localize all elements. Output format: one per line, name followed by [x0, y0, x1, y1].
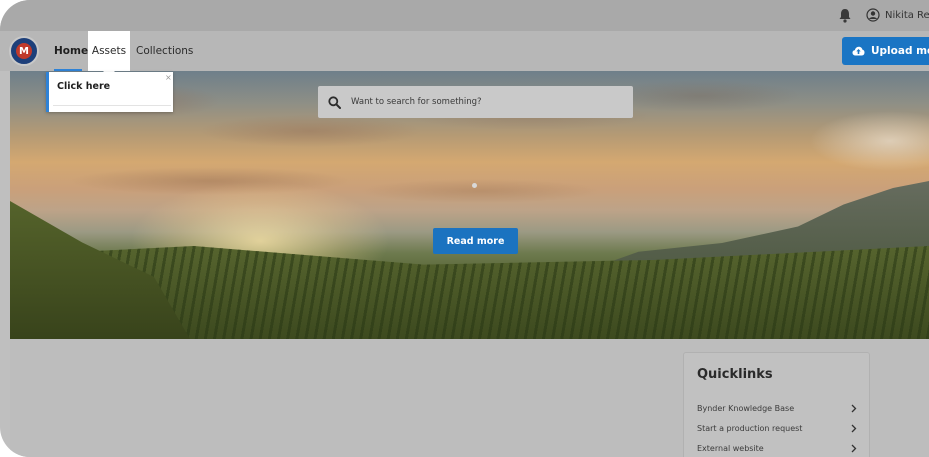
chevron-right-icon	[851, 424, 857, 432]
company-logo[interactable]: M	[9, 36, 39, 66]
quicklinks-panel: Quicklinks Bynder Knowledge Base Start a…	[683, 352, 870, 457]
chevron-right-icon	[851, 404, 857, 412]
search-icon	[328, 95, 341, 109]
tooltip-close-icon[interactable]: ×	[165, 73, 172, 82]
nav-item-assets[interactable]: Assets	[88, 31, 130, 71]
logo-letter: M	[16, 43, 32, 59]
user-avatar-icon	[866, 8, 880, 22]
upload-media-button[interactable]: Upload medi	[842, 37, 929, 65]
top-utility-bar: Nikita Ree	[0, 0, 929, 31]
quicklink-label: Bynder Knowledge Base	[697, 403, 795, 413]
app-window: Nikita Ree M Home Assets Collections Upl…	[0, 0, 929, 457]
chevron-right-icon	[851, 444, 857, 452]
user-name: Nikita Ree	[885, 9, 929, 21]
tooltip-divider	[53, 105, 171, 106]
quicklinks-title: Quicklinks	[697, 367, 773, 382]
cloud-upload-icon	[852, 46, 865, 56]
quicklink-item[interactable]: Bynder Knowledge Base	[697, 399, 857, 417]
quicklink-label: External website	[697, 443, 764, 453]
user-menu[interactable]: Nikita Ree	[866, 6, 929, 24]
nav-item-home[interactable]: Home	[54, 31, 88, 71]
quicklink-label: Start a production request	[697, 423, 803, 433]
quicklink-item[interactable]: External website	[697, 439, 857, 457]
upload-button-label: Upload medi	[871, 45, 929, 57]
quicklink-item[interactable]: Start a production request	[697, 419, 857, 437]
tooltip-text: Click here	[57, 81, 111, 92]
main-navigation: M Home Assets Collections Upload medi	[0, 31, 929, 71]
search-input[interactable]	[351, 97, 621, 107]
hero-search-bar[interactable]	[318, 86, 633, 118]
onboarding-tooltip: Click here ×	[46, 72, 173, 112]
carousel-indicator-dot[interactable]	[472, 183, 477, 188]
nav-item-collections[interactable]: Collections	[136, 31, 193, 71]
notification-bell-icon[interactable]	[838, 8, 852, 23]
read-more-button[interactable]: Read more	[433, 228, 518, 254]
